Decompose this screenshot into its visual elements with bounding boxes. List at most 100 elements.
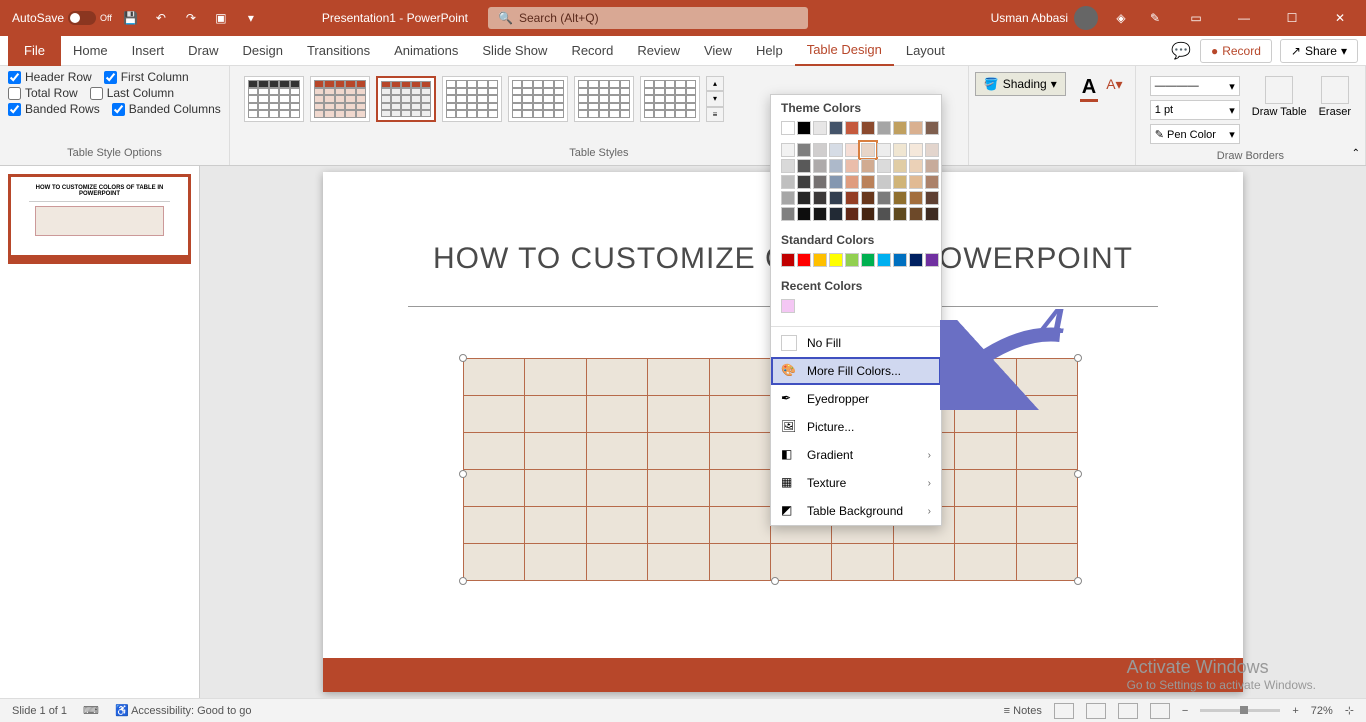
- color-swatch[interactable]: [909, 159, 923, 173]
- color-swatch[interactable]: [813, 143, 827, 157]
- color-swatch[interactable]: [813, 175, 827, 189]
- color-swatch[interactable]: [877, 143, 891, 157]
- color-swatch[interactable]: [861, 207, 875, 221]
- tab-design[interactable]: Design: [231, 36, 295, 66]
- color-swatch[interactable]: [909, 253, 923, 267]
- color-swatch[interactable]: [909, 191, 923, 205]
- tab-help[interactable]: Help: [744, 36, 795, 66]
- color-swatch[interactable]: [845, 159, 859, 173]
- table-style-6[interactable]: [574, 76, 634, 122]
- resize-handle[interactable]: [1074, 577, 1082, 585]
- qat-more-icon[interactable]: ▾: [240, 7, 262, 29]
- undo-icon[interactable]: ↶: [150, 7, 172, 29]
- color-swatch[interactable]: [845, 253, 859, 267]
- tab-home[interactable]: Home: [61, 36, 120, 66]
- pen-color-select[interactable]: ✎ Pen Color▾: [1150, 124, 1240, 144]
- color-swatch[interactable]: [797, 207, 811, 221]
- color-swatch[interactable]: [829, 207, 843, 221]
- ribbon-display-icon[interactable]: ▭: [1178, 0, 1214, 36]
- redo-icon[interactable]: ↷: [180, 7, 202, 29]
- diamond-icon[interactable]: ◈: [1110, 7, 1132, 29]
- color-swatch[interactable]: [893, 175, 907, 189]
- table-style-7[interactable]: [640, 76, 700, 122]
- accessibility-status[interactable]: ♿ Accessibility: Good to go: [115, 704, 252, 717]
- normal-view-button[interactable]: [1054, 703, 1074, 719]
- table-style-5[interactable]: [508, 76, 568, 122]
- color-swatch[interactable]: [797, 253, 811, 267]
- minimize-button[interactable]: —: [1226, 0, 1262, 36]
- slide-counter[interactable]: Slide 1 of 1: [12, 705, 67, 717]
- color-swatch[interactable]: [797, 159, 811, 173]
- record-button[interactable]: ● Record: [1200, 39, 1272, 63]
- color-swatch[interactable]: [877, 253, 891, 267]
- gradient-item[interactable]: ◧ Gradient ›: [771, 441, 941, 469]
- tab-table-design[interactable]: Table Design: [795, 36, 894, 66]
- recent-color-swatch[interactable]: [781, 299, 795, 313]
- color-swatch[interactable]: [861, 175, 875, 189]
- color-swatch[interactable]: [925, 191, 939, 205]
- collapse-ribbon-icon[interactable]: ⌃: [1352, 148, 1360, 159]
- color-swatch[interactable]: [861, 143, 875, 157]
- color-swatch[interactable]: [893, 253, 907, 267]
- shading-button[interactable]: 🪣 Shading ▾: [975, 72, 1066, 96]
- tab-record[interactable]: Record: [559, 36, 625, 66]
- draw-table-button[interactable]: Draw Table: [1252, 76, 1307, 144]
- color-swatch[interactable]: [925, 175, 939, 189]
- slide-thumbnail-1[interactable]: HOW TO CUSTOMIZE COLORS OF TABLE IN POWE…: [8, 174, 191, 264]
- table-background-item[interactable]: ◩ Table Background ›: [771, 497, 941, 525]
- border-style-select[interactable]: ————▾: [1150, 76, 1240, 96]
- chk-banded-columns[interactable]: Banded Columns: [112, 102, 221, 116]
- slide-panel[interactable]: 1 HOW TO CUSTOMIZE COLORS OF TABLE IN PO…: [0, 166, 200, 698]
- color-swatch[interactable]: [845, 175, 859, 189]
- color-swatch[interactable]: [861, 253, 875, 267]
- chk-banded-rows[interactable]: Banded Rows: [8, 102, 100, 116]
- color-swatch[interactable]: [893, 143, 907, 157]
- color-swatch[interactable]: [781, 159, 795, 173]
- color-swatch[interactable]: [925, 207, 939, 221]
- fit-to-window-button[interactable]: ⊹: [1345, 704, 1354, 717]
- color-swatch[interactable]: [909, 175, 923, 189]
- color-swatch[interactable]: [861, 121, 875, 135]
- eyedropper-item[interactable]: ✒ Eyedropper: [771, 385, 941, 413]
- color-swatch[interactable]: [829, 253, 843, 267]
- notes-button[interactable]: ≡ Notes: [1004, 705, 1042, 717]
- tab-insert[interactable]: Insert: [120, 36, 177, 66]
- color-swatch[interactable]: [829, 159, 843, 173]
- color-swatch[interactable]: [813, 253, 827, 267]
- chk-header-row[interactable]: Header Row: [8, 70, 92, 84]
- color-swatch[interactable]: [781, 143, 795, 157]
- picture-item[interactable]: 🖼 Picture...: [771, 413, 941, 441]
- color-swatch[interactable]: [877, 191, 891, 205]
- share-button[interactable]: ↗ Share ▾: [1280, 39, 1358, 63]
- color-swatch[interactable]: [781, 191, 795, 205]
- eraser-button[interactable]: Eraser: [1319, 76, 1351, 144]
- sorter-view-button[interactable]: [1086, 703, 1106, 719]
- color-swatch[interactable]: [797, 175, 811, 189]
- color-swatch[interactable]: [877, 175, 891, 189]
- zoom-in-button[interactable]: +: [1292, 705, 1298, 717]
- font-color-icon[interactable]: A▾: [1106, 76, 1122, 102]
- color-swatch[interactable]: [893, 191, 907, 205]
- chk-last-column[interactable]: Last Column: [90, 86, 174, 100]
- tab-layout[interactable]: Layout: [894, 36, 957, 66]
- reading-view-button[interactable]: [1118, 703, 1138, 719]
- wand-icon[interactable]: ✎: [1144, 7, 1166, 29]
- color-swatch[interactable]: [829, 121, 843, 135]
- color-swatch[interactable]: [797, 191, 811, 205]
- slideshow-view-button[interactable]: [1150, 703, 1170, 719]
- color-swatch[interactable]: [877, 159, 891, 173]
- tab-slide-show[interactable]: Slide Show: [470, 36, 559, 66]
- color-swatch[interactable]: [877, 207, 891, 221]
- color-swatch[interactable]: [813, 159, 827, 173]
- table-style-1[interactable]: [244, 76, 304, 122]
- save-icon[interactable]: 💾: [120, 7, 142, 29]
- zoom-slider[interactable]: [1200, 709, 1280, 712]
- color-swatch[interactable]: [845, 143, 859, 157]
- autosave-toggle[interactable]: AutoSave Off: [12, 11, 112, 25]
- color-swatch[interactable]: [829, 143, 843, 157]
- zoom-out-button[interactable]: −: [1182, 705, 1188, 717]
- styles-scroll[interactable]: ▴▾≡: [706, 76, 724, 122]
- color-swatch[interactable]: [925, 143, 939, 157]
- resize-handle[interactable]: [459, 354, 467, 362]
- color-swatch[interactable]: [925, 159, 939, 173]
